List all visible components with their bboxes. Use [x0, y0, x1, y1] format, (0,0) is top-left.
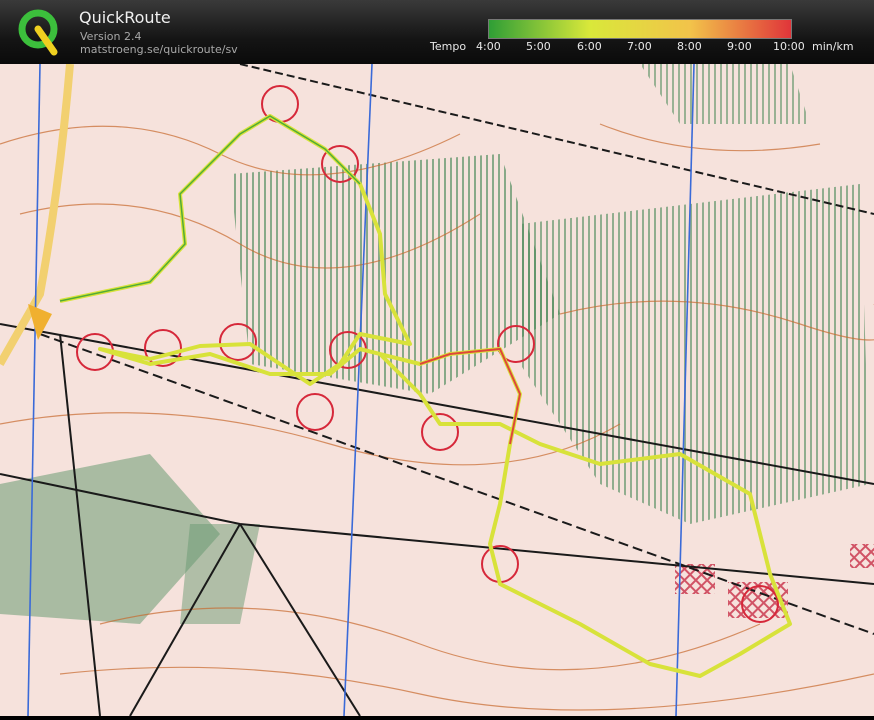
tempo-tick: 7:00: [627, 40, 652, 53]
orienteering-map: [0, 63, 874, 717]
tempo-label: Tempo: [430, 40, 467, 53]
quickroute-logo-icon: Q: [18, 9, 58, 56]
out-of-bounds-area: [850, 544, 874, 568]
tempo-tick: 4:00: [476, 40, 501, 53]
start-triangle: [28, 304, 52, 340]
app-version: Version 2.4: [80, 30, 142, 43]
tempo-tick: 9:00: [727, 40, 752, 53]
tempo-tick: 10:00: [773, 40, 805, 53]
tempo-tick: 6:00: [577, 40, 602, 53]
vegetation-area: [640, 64, 810, 124]
tempo-color-scale: [488, 19, 792, 39]
header-bar: Q QuickRoute Version 2.4 matstroeng.se/q…: [0, 0, 874, 64]
app-title: QuickRoute: [79, 8, 171, 27]
app-url[interactable]: matstroeng.se/quickroute/sv: [80, 43, 238, 56]
tempo-unit: min/km: [812, 40, 854, 53]
tempo-tick: 8:00: [677, 40, 702, 53]
map-canvas: [0, 63, 874, 717]
tempo-tick: 5:00: [526, 40, 551, 53]
